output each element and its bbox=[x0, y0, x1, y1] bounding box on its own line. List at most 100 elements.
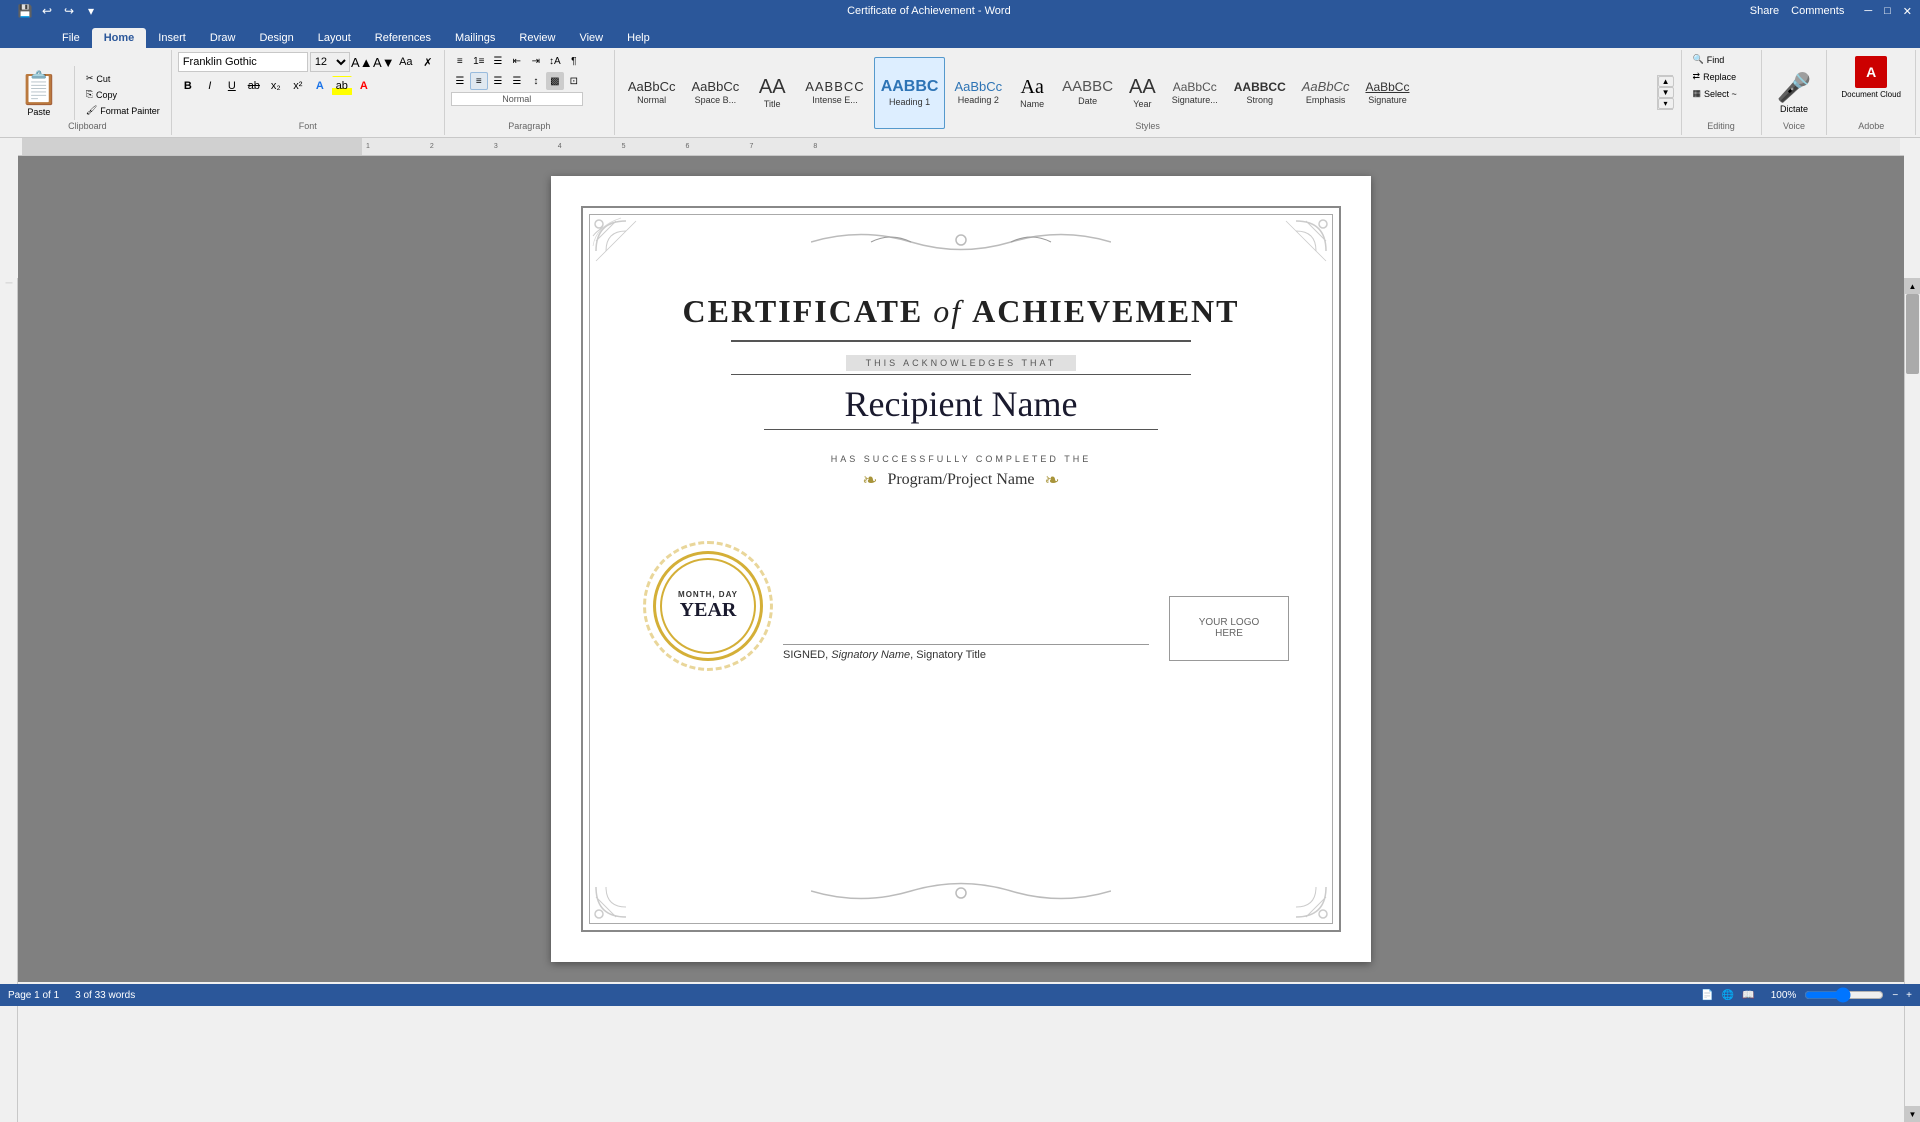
view-read-mode[interactable]: 📖 bbox=[1742, 990, 1754, 1001]
styles-scroll-up[interactable]: ▲ bbox=[1658, 76, 1674, 87]
show-formatting-button[interactable]: ¶ bbox=[565, 52, 583, 70]
line-spacing-button[interactable]: ↕ bbox=[527, 72, 545, 90]
maximize-button[interactable]: □ bbox=[1884, 5, 1891, 17]
style-heading1[interactable]: AABBC Heading 1 bbox=[874, 57, 946, 129]
bullets-button[interactable]: ≡ bbox=[451, 52, 469, 70]
select-icon: ▦ bbox=[1693, 88, 1702, 99]
select-button[interactable]: ▦ Select ~ bbox=[1688, 86, 1755, 101]
shading-button[interactable]: ▩ bbox=[546, 72, 564, 90]
tab-draw[interactable]: Draw bbox=[198, 28, 248, 48]
borders-button[interactable]: ⊡ bbox=[565, 72, 583, 90]
tab-references[interactable]: References bbox=[363, 28, 443, 48]
style-name[interactable]: Aa Name bbox=[1011, 57, 1053, 129]
superscript-button[interactable]: x² bbox=[288, 76, 308, 96]
scroll-down-button[interactable]: ▼ bbox=[1905, 1106, 1920, 1122]
style-normal[interactable]: AaBbCc Normal bbox=[621, 57, 683, 129]
sort-button[interactable]: ↕A bbox=[546, 52, 564, 70]
share-button[interactable]: Share bbox=[1750, 5, 1779, 17]
text-effects-button[interactable]: A bbox=[310, 76, 330, 96]
adobe-doc-cloud-button[interactable]: A Document Cloud bbox=[1833, 52, 1909, 103]
corner-decoration-tr bbox=[1261, 216, 1331, 296]
style-title-preview: AA bbox=[759, 77, 786, 97]
find-button[interactable]: 🔍 Find bbox=[1688, 52, 1755, 67]
style-date[interactable]: AABBC Date bbox=[1055, 57, 1120, 129]
scroll-thumb[interactable] bbox=[1906, 294, 1919, 374]
justify-button[interactable]: ☰ bbox=[508, 72, 526, 90]
cert-seal: MONTH, DAY YEAR bbox=[653, 551, 763, 661]
replace-button[interactable]: ⇄ Replace bbox=[1688, 69, 1755, 84]
tab-design[interactable]: Design bbox=[247, 28, 305, 48]
style-h2-label: Heading 2 bbox=[958, 95, 999, 105]
numbering-button[interactable]: 1≡ bbox=[470, 52, 488, 70]
cert-subtitle: THIS ACKNOWLEDGES THAT bbox=[846, 355, 1077, 371]
vertical-ruler: | bbox=[5, 282, 12, 284]
tab-review[interactable]: Review bbox=[507, 28, 567, 48]
underline-button[interactable]: U bbox=[222, 76, 242, 96]
decrease-indent-button[interactable]: ⇤ bbox=[508, 52, 526, 70]
cut-button[interactable]: ✂ Cut bbox=[81, 71, 165, 86]
style-spaceb-label: Space B... bbox=[695, 95, 737, 105]
zoom-slider[interactable] bbox=[1804, 987, 1884, 1003]
tab-help[interactable]: Help bbox=[615, 28, 662, 48]
font-group: 12 14 16 A▲ A▼ Aa ✗ B I U ab x₂ x² A ab … bbox=[172, 50, 445, 135]
font-name-input[interactable] bbox=[178, 52, 308, 72]
align-right-button[interactable]: ☰ bbox=[489, 72, 507, 90]
copy-button[interactable]: ⎘ Copy bbox=[81, 87, 165, 102]
clear-formatting-button[interactable]: ✗ bbox=[418, 52, 438, 72]
tab-mailings[interactable]: Mailings bbox=[443, 28, 507, 48]
styles-scroll-down[interactable]: ▼ bbox=[1658, 87, 1674, 98]
italic-button[interactable]: I bbox=[200, 76, 220, 96]
style-heading2[interactable]: AaBbCc Heading 2 bbox=[947, 57, 1009, 129]
subscript-button[interactable]: x₂ bbox=[266, 76, 286, 96]
comments-button[interactable]: Comments bbox=[1791, 5, 1844, 17]
zoom-in-button[interactable]: + bbox=[1906, 990, 1912, 1001]
tab-file[interactable]: File bbox=[50, 28, 92, 48]
style-signature-line[interactable]: AaBbCc Signature... bbox=[1165, 57, 1225, 129]
increase-indent-button[interactable]: ⇥ bbox=[527, 52, 545, 70]
increase-font-button[interactable]: A▲ bbox=[352, 52, 372, 72]
style-year[interactable]: AA Year bbox=[1122, 57, 1163, 129]
redo-qat-button[interactable]: ↪ bbox=[60, 2, 78, 20]
undo-qat-button[interactable]: ↩ bbox=[38, 2, 56, 20]
tab-insert[interactable]: Insert bbox=[146, 28, 198, 48]
multilevel-list-button[interactable]: ☰ bbox=[489, 52, 507, 70]
styles-more-button[interactable]: ▾ bbox=[1658, 98, 1674, 109]
font-size-select[interactable]: 12 14 16 bbox=[310, 52, 350, 72]
tab-layout[interactable]: Layout bbox=[306, 28, 363, 48]
style-normal-preview: AaBbCc bbox=[628, 80, 676, 93]
customize-qat-button[interactable]: ▾ bbox=[82, 2, 100, 20]
paste-button[interactable]: 📋 Paste bbox=[10, 66, 68, 120]
bold-button[interactable]: B bbox=[178, 76, 198, 96]
save-qat-button[interactable]: 💾 bbox=[16, 2, 34, 20]
align-left-button[interactable]: ☰ bbox=[451, 72, 469, 90]
decrease-font-button[interactable]: A▼ bbox=[374, 52, 394, 72]
document-area[interactable]: CERTIFICATE of ACHIEVEMENT THIS ACKNOWLE… bbox=[18, 156, 1904, 982]
voice-group: 🎤 Dictate Voice bbox=[1762, 50, 1828, 135]
cert-program-row: ❧ Program/Project Name ❧ bbox=[862, 470, 1059, 491]
scroll-up-button[interactable]: ▲ bbox=[1905, 278, 1920, 294]
view-web-layout[interactable]: 🌐 bbox=[1722, 990, 1734, 1001]
view-print-layout[interactable]: 📄 bbox=[1701, 990, 1713, 1001]
style-space-b[interactable]: AaBbCc Space B... bbox=[685, 57, 747, 129]
replace-icon: ⇄ bbox=[1693, 71, 1701, 82]
zoom-out-button[interactable]: − bbox=[1892, 990, 1898, 1001]
align-center-button[interactable]: ≡ bbox=[470, 72, 488, 90]
change-case-button[interactable]: Aa bbox=[396, 52, 416, 72]
tab-home[interactable]: Home bbox=[92, 28, 147, 48]
cert-bottom-section: MONTH, DAY YEAR SIGNED, Signatory Name, bbox=[633, 551, 1289, 661]
style-emphasis[interactable]: AaBbCc Emphasis bbox=[1295, 57, 1357, 129]
style-title[interactable]: AA Title bbox=[748, 57, 796, 129]
editing-group: 🔍 Find ⇄ Replace ▦ Select ~ Editing bbox=[1682, 50, 1762, 135]
text-highlight-button[interactable]: ab bbox=[332, 76, 352, 96]
font-color-button[interactable]: A bbox=[354, 76, 374, 96]
style-intense-e[interactable]: AABBCC Intense E... bbox=[798, 57, 871, 129]
cut-icon: ✂ bbox=[86, 73, 94, 84]
format-painter-button[interactable]: 🖌 Format Painter bbox=[81, 103, 165, 118]
strikethrough-button[interactable]: ab bbox=[244, 76, 264, 96]
tab-view[interactable]: View bbox=[567, 28, 615, 48]
close-button[interactable]: ✕ bbox=[1903, 5, 1912, 18]
normal-style-indicator: Normal bbox=[451, 92, 583, 106]
minimize-button[interactable]: ─ bbox=[1864, 5, 1872, 17]
style-strong[interactable]: AABBCC Strong bbox=[1227, 57, 1293, 129]
style-signature[interactable]: AaBbCc Signature bbox=[1358, 57, 1416, 129]
